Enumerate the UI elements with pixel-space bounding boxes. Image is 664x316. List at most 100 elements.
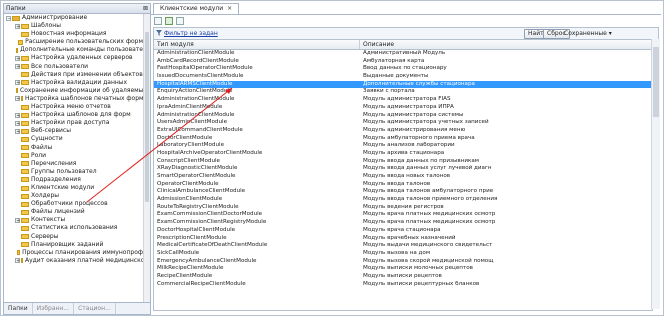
table-row[interactable]: IpraAdminClientModule Модуль администрато… <box>154 104 652 112</box>
tree-item[interactable]: Расширение пользовательских форм <box>4 38 143 46</box>
expand-icon[interactable]: + <box>15 258 20 264</box>
tree-item[interactable]: Холдеры <box>4 192 143 200</box>
table-row[interactable]: AdministrationClientModule Модуль админис… <box>154 112 652 120</box>
table-row[interactable]: MilkRecipeClientModule Модуль выписки мол… <box>154 265 652 273</box>
column-header-description[interactable]: Описание <box>360 40 652 49</box>
table-row[interactable]: OperatorClientModule Модуль ввода талонов <box>154 181 652 189</box>
expand-icon[interactable]: + <box>15 96 20 102</box>
saved-filters-dropdown[interactable]: Сохраненные ▾ <box>564 29 612 38</box>
folder-icon <box>21 31 29 37</box>
filter-link[interactable]: Фильтр не задан <box>164 30 218 37</box>
table-row[interactable]: ExtraUICommandClientModule Модуль админис… <box>154 127 652 135</box>
table-row[interactable]: PrescriptionClientModule Модуль врачебных… <box>154 235 652 243</box>
tree-item[interactable]: Процессы планирования иммунопроф <box>4 249 143 257</box>
tree-item[interactable]: Перечисления <box>4 160 143 168</box>
table-row[interactable]: HospitalARMSClientModule Дополнительные с… <box>154 80 652 89</box>
table-row[interactable]: CommercialRecipeClientModule Модуль выпис… <box>154 281 652 289</box>
cell-description: Модуль вызова на дом <box>363 249 431 256</box>
tree-item[interactable]: + Все пользователи <box>4 63 143 71</box>
tree-item[interactable]: Группы пользовател <box>4 168 143 176</box>
table-row[interactable]: ConscriptClientModule Модуль ввода данных… <box>154 158 652 166</box>
cell-description: Модуль ввода талонов амбулаторного прие <box>363 188 494 195</box>
table-row[interactable]: XRayDiagnosticClientModule Модуль ввода д… <box>154 165 652 173</box>
tree-item-label: Холдеры <box>31 192 60 200</box>
expand-icon[interactable]: + <box>15 217 20 223</box>
tree-item[interactable]: + Шаблоны <box>4 22 143 30</box>
expand-icon[interactable]: + <box>15 128 20 134</box>
tree-item[interactable]: Файлы лицензий <box>4 208 143 216</box>
tree-item[interactable]: − Администрирование <box>4 14 143 22</box>
tree-item[interactable]: + Настройка шаблонов печатных форм <box>4 95 143 103</box>
expand-icon[interactable]: + <box>15 120 20 126</box>
table-row[interactable]: AmbCardRecordClientModule Амбулаторная ка… <box>154 58 652 66</box>
bottom-tab[interactable]: Избранн... <box>33 303 75 314</box>
tab-close-icon[interactable]: × <box>227 5 232 12</box>
table-row[interactable]: ExamCommissionClientRegistryModule Модуль… <box>154 219 652 227</box>
tree-item[interactable]: Дополнительные команды пользовате <box>4 46 143 54</box>
tree-item[interactable]: Файлы <box>4 144 143 152</box>
tree-item[interactable]: Серверы <box>4 233 143 241</box>
tree-item[interactable]: + Веб-сервисы <box>4 127 143 135</box>
table-row[interactable]: RecipeClientModule Модуль выписки рецепто… <box>154 273 652 281</box>
scrollbar-thumb[interactable] <box>145 32 149 202</box>
expand-icon[interactable]: + <box>15 80 20 86</box>
tree-scrollbar[interactable] <box>143 14 150 302</box>
table-row[interactable]: ExamCommissionClientDoctorModule Модуль в… <box>154 211 652 219</box>
refresh-icon[interactable] <box>176 17 184 25</box>
tree-item[interactable]: + Аудит оказания платной медицинской п <box>4 257 143 265</box>
tree-item[interactable]: + Настройка удаленных серверов <box>4 54 143 62</box>
table-row[interactable]: FastHospitalOperatorClientModule Ввод дан… <box>154 65 652 73</box>
expand-icon[interactable]: + <box>15 56 20 62</box>
table-row[interactable]: UsersAdminClientModule Модуль администрат… <box>154 119 652 127</box>
table-row[interactable]: AdministrationClientModule Модуль админис… <box>154 96 652 104</box>
table-row[interactable]: ClinicalAmbulanceClientModule Модуль ввод… <box>154 188 652 196</box>
tree-item[interactable]: Настройка меню отчетов <box>4 103 143 111</box>
tree-item[interactable]: Действия при изменении объектов <box>4 71 143 79</box>
tree-item[interactable]: Подразделения <box>4 176 143 184</box>
table-row[interactable]: EnquiryActionClientModule Заявки с портал… <box>154 88 652 96</box>
tab-client-modules[interactable]: Клиентские модули × <box>153 3 240 14</box>
table-row[interactable]: AdmissionClientModule Модуль ввода талоно… <box>154 196 652 204</box>
scrollbar-thumb[interactable] <box>653 47 659 117</box>
tree-item[interactable]: Обработчики процессов <box>4 200 143 208</box>
tree-item[interactable]: + Настройка шаблонов для форм <box>4 111 143 119</box>
collapse-icon[interactable]: − <box>6 15 11 21</box>
bottom-tab[interactable]: Папки <box>4 303 33 314</box>
table-row[interactable]: EmergencyAmbulanceClientModule Модуль выз… <box>154 258 652 266</box>
table-row[interactable]: MedicalCertificateOfDeathClientModule Мод… <box>154 242 652 250</box>
tree-item[interactable]: + Настройка валидации данных <box>4 79 143 87</box>
cell-module-type: OperatorClientModule <box>157 180 219 187</box>
tree-item[interactable]: Клиентские модули <box>4 184 143 192</box>
tree-item[interactable]: + Контексты <box>4 216 143 224</box>
close-icon[interactable]: ⊠ <box>143 5 148 12</box>
table-row[interactable]: LaboratoryClientModule Модуль анализов ла… <box>154 142 652 150</box>
expand-icon[interactable]: + <box>15 64 20 70</box>
tree-item[interactable]: Роли <box>4 152 143 160</box>
tree-item[interactable]: Новостная информация <box>4 30 143 38</box>
table-row[interactable]: IssuedDocumentsClientModule Выданные доку… <box>154 73 652 81</box>
tree-item[interactable]: Планировщик заданий <box>4 241 143 249</box>
table-row[interactable]: DoctorHospitalClientModule Модуль врача с… <box>154 227 652 235</box>
table-scrollbar[interactable] <box>651 39 660 309</box>
tree-item-label: Настройка шаблонов печатных форм <box>25 94 143 102</box>
table-row[interactable]: DoctorClientModule Модуль амбулаторного п… <box>154 135 652 143</box>
tree-item[interactable]: + Настройки прав доступа <box>4 119 143 127</box>
table-row[interactable]: HospitalArchiveOperatorClientModule Модул… <box>154 150 652 158</box>
table-row[interactable]: AdministrationClientModule Административн… <box>154 50 652 58</box>
tree-item[interactable]: Сохранение информации об удаляемы <box>4 87 143 95</box>
cell-description: Модуль врача платных медицинских осмотр <box>363 211 496 218</box>
cell-module-type: XRayDiagnosticClientModule <box>157 165 238 172</box>
tree-item[interactable]: Статистика использования <box>4 224 143 232</box>
expand-icon[interactable]: + <box>15 112 20 118</box>
new-record-icon[interactable] <box>154 17 162 25</box>
cell-module-type: LaboratoryClientModule <box>157 142 225 149</box>
table-row[interactable]: SickCallModule Модуль вызова на дом <box>154 250 652 258</box>
column-header-type[interactable]: Тип модуля <box>154 40 360 49</box>
cell-description: Заявки с портала <box>363 88 415 95</box>
table-row[interactable]: RouteToRegistryClientModule Модуль ведени… <box>154 204 652 212</box>
expand-icon[interactable]: + <box>15 23 20 29</box>
tree-item[interactable]: Сущности <box>4 135 143 143</box>
edit-record-icon[interactable] <box>165 17 173 25</box>
table-row[interactable]: SmartOperatorClientModule Модуль ввода но… <box>154 173 652 181</box>
bottom-tab[interactable]: Стацион... <box>74 303 116 314</box>
